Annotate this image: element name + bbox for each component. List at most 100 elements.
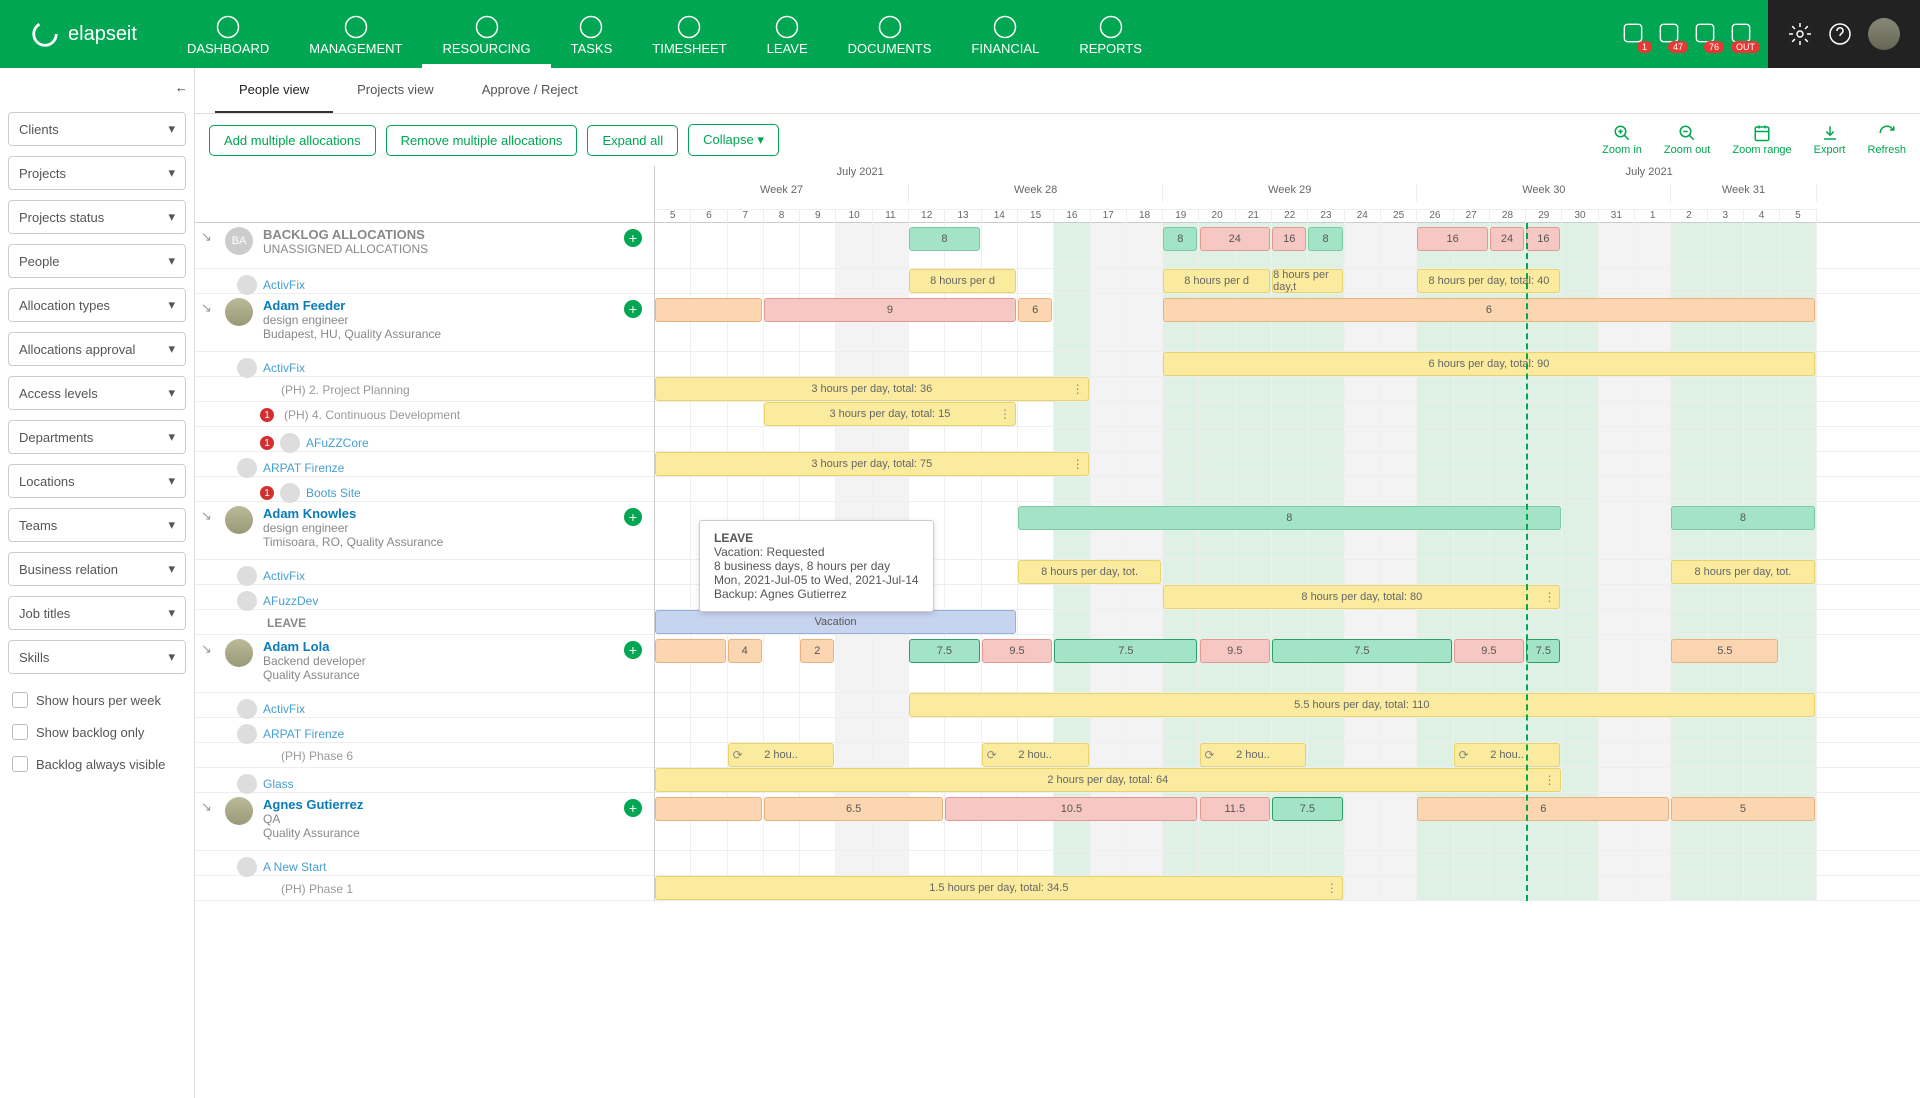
project-link[interactable]: A New Start — [263, 860, 326, 874]
help-icon[interactable] — [1828, 22, 1852, 46]
more-icon[interactable]: ⋮ — [999, 407, 1011, 421]
collapse-button[interactable]: Collapse ▾ — [688, 124, 779, 156]
more-icon[interactable]: ⋮ — [1072, 382, 1084, 396]
filter-clients[interactable]: Clients▾ — [8, 112, 186, 146]
allocation-bar[interactable]: 24 — [1200, 227, 1271, 251]
project-link[interactable]: AFuzzDev — [263, 594, 318, 608]
add-button[interactable]: + — [624, 799, 642, 817]
allocation-bar[interactable]: 9.5 — [982, 639, 1053, 663]
project-link[interactable]: Glass — [263, 777, 294, 791]
allocation-bar[interactable]: 8 hours per day,t — [1272, 269, 1343, 293]
user-avatar[interactable] — [1868, 18, 1900, 50]
add-button[interactable]: + — [624, 229, 642, 247]
allocation-bar[interactable] — [655, 797, 762, 821]
allocation-bar[interactable]: 1.5 hours per day, total: 34.5⋮ — [655, 876, 1343, 900]
filter-people[interactable]: People▾ — [8, 244, 186, 278]
allocation-bar[interactable]: 7.5 — [1526, 639, 1560, 663]
nav-tasks[interactable]: TASKS — [551, 0, 633, 68]
nav-timesheet[interactable]: TIMESHEET — [632, 0, 746, 68]
filter-departments[interactable]: Departments▾ — [8, 420, 186, 454]
nav-financial[interactable]: FINANCIAL — [951, 0, 1059, 68]
allocation-bar[interactable]: 7.5 — [1272, 639, 1452, 663]
allocation-bar[interactable]: 8 hours per d — [1163, 269, 1270, 293]
allocation-bar[interactable] — [655, 639, 726, 663]
gear-icon[interactable] — [1788, 22, 1812, 46]
calendar-badge[interactable]: 76 — [1692, 20, 1718, 49]
allocation-bar[interactable] — [655, 298, 762, 322]
allocation-bar[interactable]: 6.5 — [764, 797, 944, 821]
add-button[interactable]: + — [624, 300, 642, 318]
allocation-bar[interactable]: ⟳2 hou.. — [1454, 743, 1561, 767]
allocation-bar[interactable]: 8 — [909, 227, 980, 251]
expand-all-button[interactable]: Expand all — [587, 125, 678, 156]
expand-toggle[interactable]: ↘ — [201, 641, 215, 657]
allocation-bar[interactable]: 8 — [1671, 506, 1814, 530]
check-show-backlog-only[interactable]: Show backlog only — [8, 716, 186, 748]
allocation-bar[interactable]: 8 hours per day, total: 40 — [1417, 269, 1560, 293]
zoom-out-button[interactable]: Zoom out — [1664, 124, 1710, 156]
filter-skills[interactable]: Skills▾ — [8, 640, 186, 674]
tab-projects-view[interactable]: Projects view — [333, 68, 458, 113]
allocation-bar[interactable]: ⟳2 hou.. — [728, 743, 835, 767]
check-show-hours-per-week[interactable]: Show hours per week — [8, 684, 186, 716]
add-button[interactable]: + — [624, 641, 642, 659]
alert-badge[interactable]: 1 — [260, 436, 274, 450]
allocation-bar[interactable]: 7.5 — [909, 639, 980, 663]
project-link[interactable]: ActivFix — [263, 702, 305, 716]
allocation-bar[interactable]: 5.5 hours per day, total: 110 — [909, 693, 1815, 717]
allocation-bar[interactable]: 4 — [728, 639, 762, 663]
more-icon[interactable]: ⋮ — [1326, 881, 1338, 895]
allocation-bar[interactable]: 8 — [1018, 506, 1561, 530]
allocation-bar[interactable]: 6 hours per day, total: 90 — [1163, 352, 1814, 376]
add-allocations-button[interactable]: Add multiple allocations — [209, 125, 376, 156]
project-link[interactable]: AFuZZCore — [306, 436, 369, 450]
filter-projects[interactable]: Projects▾ — [8, 156, 186, 190]
remove-allocations-button[interactable]: Remove multiple allocations — [386, 125, 578, 156]
nav-reports[interactable]: REPORTS — [1059, 0, 1162, 68]
project-link[interactable]: ARPAT Firenze — [263, 461, 344, 475]
allocation-bar[interactable]: 8 hours per day, tot. — [1671, 560, 1814, 584]
more-icon[interactable]: ⋮ — [1072, 457, 1084, 471]
zoom-in-button[interactable]: Zoom in — [1602, 124, 1642, 156]
project-link[interactable]: ActivFix — [263, 361, 305, 375]
allocation-bar[interactable]: 6 — [1163, 298, 1814, 322]
person-name[interactable]: Adam Feeder — [263, 298, 441, 313]
project-link[interactable]: ActivFix — [263, 569, 305, 583]
allocation-bar[interactable]: 7.5 — [1272, 797, 1343, 821]
allocation-bar[interactable]: 8 hours per d — [909, 269, 1016, 293]
allocation-bar[interactable]: 2 — [800, 639, 834, 663]
allocation-bar[interactable]: Vacation — [655, 610, 1016, 634]
allocation-bar[interactable]: 9 — [764, 298, 1016, 322]
allocation-bar[interactable]: 11.5 — [1200, 797, 1271, 821]
project-link[interactable]: ActivFix — [263, 278, 305, 292]
nav-documents[interactable]: DOCUMENTS — [828, 0, 952, 68]
allocation-bar[interactable]: 5.5 — [1671, 639, 1778, 663]
filter-allocations-approval[interactable]: Allocations approval▾ — [8, 332, 186, 366]
add-button[interactable]: + — [624, 508, 642, 526]
allocation-bar[interactable]: 3 hours per day, total: 75⋮ — [655, 452, 1089, 476]
allocation-bar[interactable]: 9.5 — [1200, 639, 1271, 663]
filter-projects-status[interactable]: Projects status▾ — [8, 200, 186, 234]
zoom-range-button[interactable]: Zoom range — [1732, 124, 1791, 156]
project-link[interactable]: ARPAT Firenze — [263, 727, 344, 741]
filter-locations[interactable]: Locations▾ — [8, 464, 186, 498]
allocation-bar[interactable]: 16 — [1417, 227, 1488, 251]
alert-badge[interactable]: 1 — [260, 486, 274, 500]
expand-toggle[interactable]: ↘ — [201, 799, 215, 815]
expand-toggle[interactable]: ↘ — [201, 300, 215, 316]
allocation-bar[interactable]: 3 hours per day, total: 15⋮ — [764, 402, 1016, 426]
allocation-bar[interactable]: 3 hours per day, total: 36⋮ — [655, 377, 1089, 401]
refresh-button[interactable]: Refresh — [1867, 124, 1906, 156]
collapse-sidebar-icon[interactable]: ← — [175, 80, 188, 95]
check-backlog-always-visible[interactable]: Backlog always visible — [8, 748, 186, 780]
expand-toggle[interactable]: ↘ — [201, 508, 215, 524]
person-name[interactable]: Agnes Gutierrez — [263, 797, 363, 812]
filter-teams[interactable]: Teams▾ — [8, 508, 186, 542]
allocation-bar[interactable]: 8 — [1308, 227, 1342, 251]
allocation-bar[interactable]: 6 — [1018, 298, 1052, 322]
filter-job-titles[interactable]: Job titles▾ — [8, 596, 186, 630]
allocation-bar[interactable]: 16 — [1526, 227, 1560, 251]
hourglass-badge[interactable]: OUT — [1728, 20, 1754, 49]
allocation-bar[interactable]: 9.5 — [1454, 639, 1525, 663]
filter-business-relation[interactable]: Business relation▾ — [8, 552, 186, 586]
